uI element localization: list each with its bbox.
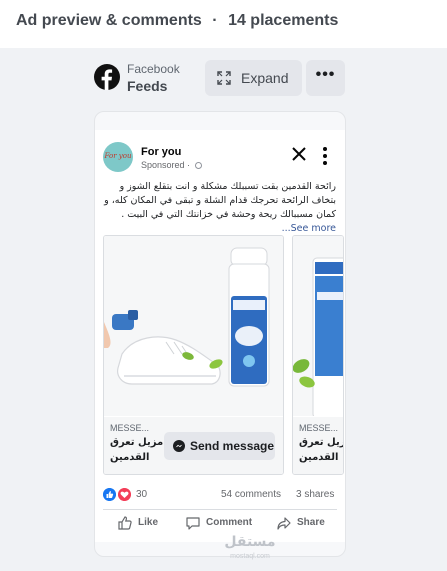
thumbs-up-icon: [118, 516, 132, 530]
carousel-card-footer: MESSE... مزيل تعرق القدمين: [293, 417, 343, 474]
love-reaction-icon: [118, 488, 131, 501]
expand-icon: [217, 71, 231, 85]
card-source-label: MESSE...: [299, 423, 339, 433]
comments-count[interactable]: 54 comments: [221, 489, 281, 500]
share-icon: [277, 517, 291, 530]
sponsored-label: Sponsored ·: [141, 160, 202, 170]
post-body-text: رائحة القدمين بقت تسببلك مشكلة و انت بتق…: [103, 180, 336, 236]
post-text: رائحة القدمين بقت تسببلك مشكلة و انت بتق…: [104, 181, 336, 220]
preview-title-label: Ad preview & comments: [16, 12, 202, 29]
product-image: [104, 236, 283, 416]
shares-count[interactable]: 3 shares: [296, 489, 334, 500]
close-icon[interactable]: [291, 146, 307, 162]
like-reaction-icon: [103, 488, 116, 501]
card-headline: مزيل تعرق القدمين: [110, 437, 164, 463]
page-name[interactable]: For you: [141, 146, 181, 158]
avatar-text: For you: [104, 152, 132, 160]
title-separator: ·: [212, 12, 218, 29]
send-message-button[interactable]: Send message: [164, 432, 275, 460]
see-more-link[interactable]: See more...: [282, 223, 336, 234]
card-source-label: MESSE...: [110, 423, 150, 433]
globe-icon: [194, 162, 202, 170]
preview-header: Ad preview & comments · 14 placements: [0, 0, 447, 48]
like-label: Like: [138, 517, 159, 528]
carousel-card-footer: MESSE... مزيل تعرق القدمين Send message: [104, 417, 283, 474]
reaction-count[interactable]: 30: [136, 489, 147, 500]
comment-icon: [186, 517, 200, 530]
more-horizontal-icon: •••: [315, 66, 336, 83]
sponsored-text: Sponsored ·: [141, 160, 191, 170]
facebook-logo-icon: [94, 64, 120, 90]
share-button[interactable]: Share: [276, 515, 326, 531]
send-message-label: Send message: [190, 439, 275, 453]
engagement-stats: 30 54 comments 3 shares: [103, 488, 338, 502]
placement-selector: Facebook Feeds Expand •••: [94, 60, 346, 98]
watermark-url: mostaql.com: [230, 553, 270, 560]
comment-button[interactable]: Comment: [185, 515, 255, 531]
carousel-card[interactable]: MESSE... مزيل تعرق القدمين Send message: [103, 235, 284, 475]
placement-position: Feeds: [127, 78, 168, 94]
product-image: [293, 236, 343, 419]
carousel-card[interactable]: MESSE... مزيل تعرق القدمين: [292, 235, 344, 475]
messenger-icon: [173, 440, 185, 452]
actions-divider: [103, 509, 337, 510]
preview-title: Ad preview & comments · 14 placements: [16, 12, 338, 30]
watermark-logo: مستقل: [224, 534, 276, 550]
placement-platform: Facebook: [127, 62, 180, 76]
card-headline: مزيل تعرق القدمين: [299, 437, 343, 463]
more-options-button[interactable]: •••: [306, 60, 345, 96]
comment-label: Comment: [206, 517, 253, 528]
placements-count: 14 placements: [228, 12, 339, 29]
like-button[interactable]: Like: [117, 515, 167, 531]
share-label: Share: [297, 517, 325, 528]
more-vertical-icon[interactable]: [322, 146, 328, 166]
page-avatar[interactable]: For you: [103, 142, 133, 172]
expand-label: Expand: [241, 70, 289, 86]
expand-button[interactable]: Expand: [205, 60, 302, 96]
